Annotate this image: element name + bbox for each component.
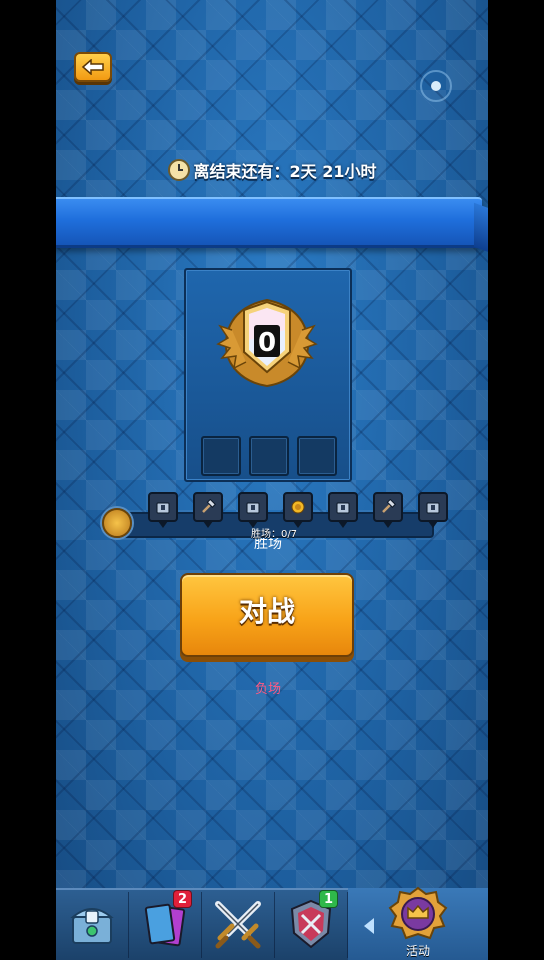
nav-item-battle[interactable]: [202, 888, 274, 960]
clan-badge: 1: [319, 890, 339, 908]
nav-left-arrow-icon[interactable]: [364, 918, 374, 934]
losses-label: 负场: [254, 682, 281, 697]
hammer-icon: [202, 499, 216, 513]
battle-label: 对战: [238, 595, 295, 628]
nav-item-shop[interactable]: [56, 888, 128, 960]
chest-icon: [246, 502, 260, 514]
banner-tail: [474, 202, 488, 254]
loss-slot: [201, 436, 241, 476]
timer-row: 离结束还有：2天 21小时: [56, 158, 488, 182]
back-arrow-icon: [81, 59, 104, 75]
clock-icon: [167, 159, 190, 181]
screen: 离结束还有：2天 21小时 胜场 负场 0 胜场：0/7 对战 2 1 活动: [56, 0, 488, 960]
coin-icon: [291, 500, 305, 514]
nav-item-cards[interactable]: 2: [129, 888, 201, 960]
wins-count: 0: [258, 328, 276, 358]
loss-slot: [297, 436, 337, 476]
title-banner: [56, 197, 482, 248]
chest-icon: [336, 502, 350, 514]
reward-node: [238, 492, 268, 522]
cards-badge: 2: [173, 890, 193, 908]
settings-button[interactable]: [420, 70, 452, 102]
chest-icon: [156, 502, 170, 514]
hammer-icon: [382, 499, 396, 513]
chest-icon: [426, 502, 440, 514]
nav-events-label: 活动: [405, 944, 430, 958]
reward-node: [328, 492, 358, 522]
reward-node: [373, 492, 403, 522]
reward-node: [193, 492, 223, 522]
wins-trophy-icon: 0: [212, 290, 322, 390]
settings-dot-icon: [431, 81, 441, 91]
nav-item-events[interactable]: [386, 884, 450, 944]
nav-item-clan[interactable]: 1: [275, 888, 347, 960]
timer-text: 离结束还有：2天 21小时: [193, 162, 377, 181]
back-button[interactable]: [74, 52, 112, 82]
reward-node: [148, 492, 178, 522]
reward-node: [418, 492, 448, 522]
battle-button[interactable]: 对战: [180, 573, 354, 657]
events-crown-icon: [388, 886, 448, 940]
loss-slot: [249, 436, 289, 476]
reward-node: [283, 492, 313, 522]
crossed-swords-icon: [215, 901, 261, 949]
chest-icon: [70, 908, 114, 944]
nav-separator: [347, 892, 348, 958]
